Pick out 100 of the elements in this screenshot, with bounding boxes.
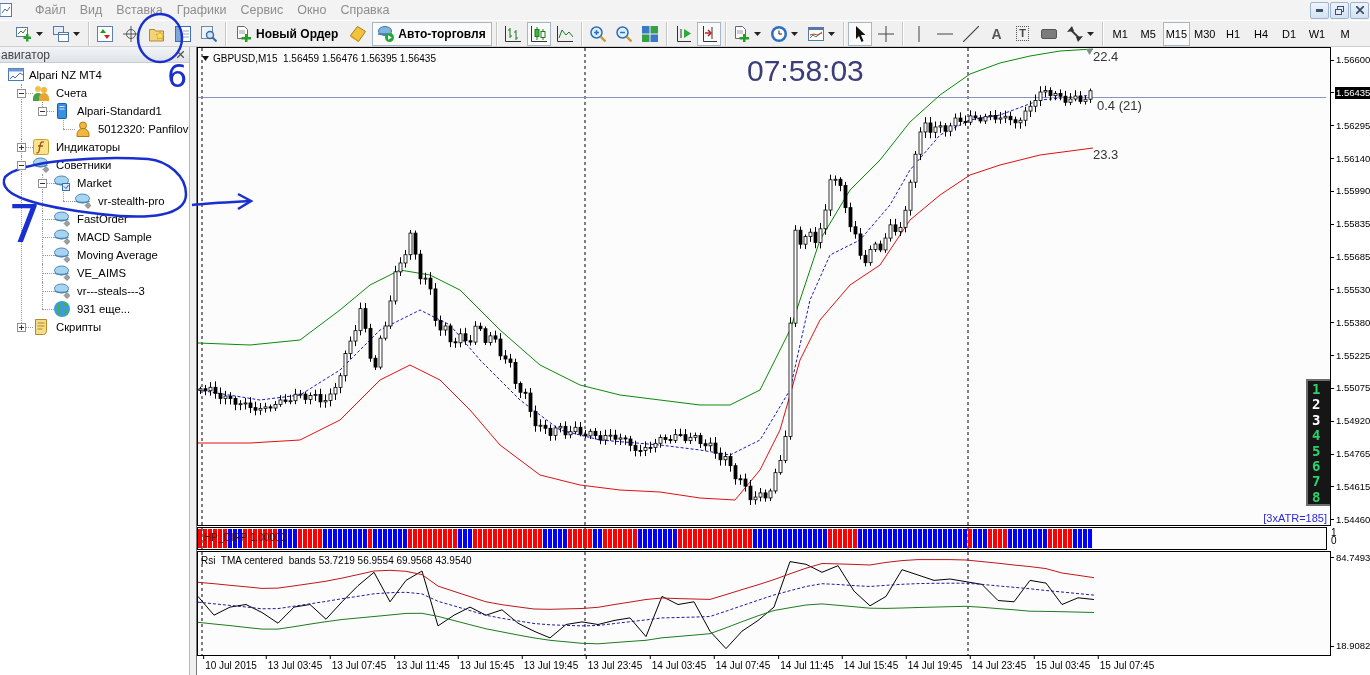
dropdown-triangle-icon[interactable] (202, 56, 209, 61)
tree-item[interactable]: MACD Sample (54, 228, 152, 246)
tree-item[interactable]: Alpari-Standard1 (54, 102, 162, 120)
y-tick-label: 84.7493 (1335, 551, 1370, 564)
quote-window-icon (97, 25, 113, 42)
collapse-toggle[interactable] (17, 161, 26, 170)
price-label: 1.54460 (1335, 513, 1370, 526)
timeframe-tab[interactable]: W1 (1303, 21, 1331, 46)
axis-label: 1 (1331, 529, 1337, 537)
tree-item[interactable]: VE_AIMS (54, 264, 126, 282)
clock-text: 07:58:03 (747, 54, 864, 88)
text-label-button[interactable]: T (1010, 21, 1035, 46)
price-label: 1.55835 (1335, 218, 1370, 231)
price-label: 1.56140 (1335, 152, 1370, 165)
tree-item[interactable]: Скрипты (33, 318, 102, 336)
clock-icon (770, 25, 787, 42)
price-label: 1.54920 (1335, 415, 1370, 428)
price-label: 1.56600 (1335, 54, 1370, 66)
minimize-icon (1316, 8, 1323, 12)
current-price-label: 1.56435 (1335, 86, 1370, 99)
restore-button[interactable] (1330, 1, 1349, 19)
candlestick-chart-button[interactable] (526, 21, 551, 46)
price-label: 1.54615 (1335, 480, 1370, 493)
x-tick-label: 14 Jul 07:45 (715, 660, 771, 671)
x-tick-label: 13 Jul 07:45 (331, 660, 387, 671)
tree-item[interactable]: Moving Average (54, 246, 158, 264)
chart-shift-icon (700, 25, 717, 42)
x-tick-label: 13 Jul 23:45 (587, 660, 643, 671)
timeframe-tab[interactable]: D1 (1275, 21, 1303, 46)
indicator-title: Rsi TMA centered bands 53.7219 56.9554 69.9568 43.9540 (201, 555, 472, 566)
price-label: 1.55530 (1335, 283, 1370, 296)
x-tick-label: 13 Jul 19:45 (523, 660, 579, 671)
text-tool-button[interactable]: A (984, 21, 1009, 46)
auto-trading-button[interactable]: Авто-торговля (372, 21, 492, 46)
tree-item[interactable]: Market (54, 174, 112, 192)
timeframe-tab[interactable]: M15 (1162, 21, 1191, 46)
tree-item[interactable]: Alpari NZ MT4 (8, 66, 102, 84)
tree-item[interactable]: 5012320: Panfilov (75, 120, 189, 138)
collapse-toggle[interactable] (38, 179, 47, 188)
price-label: 1.55225 (1335, 349, 1370, 362)
timeframe-tab[interactable]: M30 (1191, 21, 1219, 46)
x-tick-label: 14 Jul 19:45 (907, 660, 963, 671)
tree-item[interactable]: Индикаторы (33, 138, 121, 156)
band-value-label: 23.3 (1093, 147, 1119, 162)
signal-digit: 3 (1312, 412, 1321, 429)
person-icon (75, 121, 91, 137)
timeframe-tab[interactable]: M5 (1134, 21, 1162, 46)
x-tick-label: 14 Jul 11:45 (780, 660, 834, 671)
stacked-windows-icon (53, 25, 69, 42)
signal-digit: 2 (1312, 397, 1321, 413)
x-tick-label: 15 Jul 07:45 (1099, 660, 1155, 671)
tree-item[interactable]: 931 еще... (54, 300, 131, 318)
x-tick-label: 14 Jul 15:45 (843, 660, 899, 671)
hand-drawn-arrow (191, 192, 254, 211)
function-icon (33, 139, 49, 155)
chart-shift-button[interactable] (696, 21, 721, 46)
chart-header-text: GBPUSD,M15 1.56459 1.56476 1.56395 1.56435 (213, 53, 436, 64)
expand-toggle[interactable] (17, 143, 26, 152)
timeframe-tab[interactable]: H4 (1247, 21, 1275, 46)
zoom-in-icon (589, 25, 606, 42)
new-order-button[interactable]: Новый Ордер (230, 21, 345, 46)
cursor-button[interactable] (847, 21, 872, 46)
chart-autoscroll-icon (674, 25, 691, 42)
diagonal-line-icon (962, 25, 979, 42)
tree-item[interactable]: Советники (33, 156, 112, 174)
tree-item[interactable]: FastOrder (54, 210, 128, 228)
chart-plus-icon (16, 25, 32, 42)
x-tick-label: 14 Jul 23:45 (971, 660, 1027, 671)
crosshair-target-icon (123, 25, 139, 42)
band-value-label: 22.4 (1093, 49, 1119, 64)
hat-icon (33, 157, 49, 173)
tree-item[interactable]: Счета (33, 84, 88, 102)
close-icon[interactable] (177, 51, 184, 58)
close-button[interactable] (1350, 1, 1369, 19)
x-tick-label: 13 Jul 11:45 (396, 660, 450, 671)
line-chart-icon (556, 25, 573, 42)
price-label: 1.55380 (1335, 316, 1370, 329)
document-plus-icon (236, 25, 252, 42)
collapse-toggle[interactable] (38, 107, 47, 116)
price-label: 1.55990 (1335, 185, 1370, 198)
globe-icon (54, 301, 70, 317)
restore-icon (1335, 5, 1344, 15)
timeframe-tab[interactable]: H1 (1219, 21, 1247, 46)
collapse-toggle[interactable] (17, 89, 26, 98)
atr-label: [3xATR=185] (1263, 512, 1327, 524)
expand-toggle[interactable] (17, 323, 26, 332)
signal-digit: 4 (1312, 428, 1321, 444)
document-plus-icon (733, 25, 750, 42)
tree-item[interactable]: vr---steals---3 (54, 282, 145, 300)
triangle-marker-icon (1086, 49, 1093, 55)
timeframe-tab[interactable]: M1 (1106, 21, 1134, 46)
timeframe-tab[interactable]: M (1331, 21, 1359, 46)
terminal-window-icon (8, 67, 24, 83)
tree-item[interactable]: vr-stealth-pro (75, 192, 165, 210)
signal-digit: 8 (1312, 489, 1321, 506)
band-value-label: 0.4 (21) (1097, 98, 1142, 113)
price-label: 1.55075 (1335, 382, 1370, 395)
axis-label: 0 (1331, 537, 1337, 545)
x-tick-label: 13 Jul 15:45 (459, 660, 515, 671)
minimize-button[interactable] (1310, 1, 1329, 19)
